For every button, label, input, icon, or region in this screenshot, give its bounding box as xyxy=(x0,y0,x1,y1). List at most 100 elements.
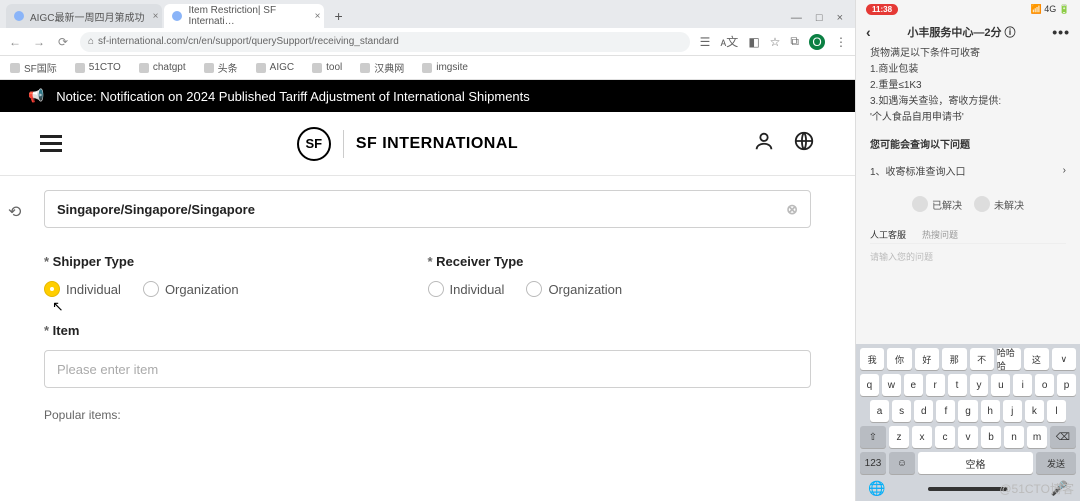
bookmark-item[interactable]: imgsite xyxy=(422,62,468,73)
key-c[interactable]: c xyxy=(935,426,955,448)
bookmark-item[interactable]: 51CTO xyxy=(75,62,121,73)
key-p[interactable]: p xyxy=(1057,374,1076,396)
translate-icon[interactable]: ᴀ文 xyxy=(720,33,738,50)
suggest-key[interactable]: 你 xyxy=(887,348,911,370)
close-tab-icon[interactable]: × xyxy=(153,11,159,22)
suggestion-row: 我 你 好 那 不 哈哈哈 这 ∨ xyxy=(860,348,1076,370)
bookmark-item[interactable]: 汉典网 xyxy=(360,60,404,75)
key-r[interactable]: r xyxy=(926,374,945,396)
address-bar[interactable]: ⌂ sf-international.com/cn/en/support/que… xyxy=(80,32,690,52)
shift-key[interactable]: ⇧ xyxy=(860,426,886,448)
home-indicator[interactable] xyxy=(928,487,1008,491)
close-window-button[interactable]: × xyxy=(837,12,843,24)
backspace-key[interactable]: ⌫ xyxy=(1050,426,1076,448)
suggest-key[interactable]: 这 xyxy=(1024,348,1048,370)
cursor-icon: ↖ xyxy=(52,298,64,315)
clear-icon[interactable]: ⊗ xyxy=(786,201,798,218)
key-u[interactable]: u xyxy=(991,374,1010,396)
resolved-button[interactable]: 已解决 xyxy=(912,196,962,212)
receiver-organization-radio[interactable]: Organization xyxy=(526,281,622,297)
chat-input[interactable]: 请输入您的问题 xyxy=(870,244,1066,267)
key-f[interactable]: f xyxy=(936,400,955,422)
phone-title: 小丰服务中心—2分 ⓘ xyxy=(907,24,1015,40)
key-x[interactable]: x xyxy=(912,426,932,448)
key-j[interactable]: j xyxy=(1003,400,1022,422)
unresolved-button[interactable]: 未解决 xyxy=(974,196,1024,212)
close-tab-icon[interactable]: × xyxy=(315,11,321,22)
key-g[interactable]: g xyxy=(958,400,977,422)
notice-banner[interactable]: 📢 Notice: Notification on 2024 Published… xyxy=(0,80,855,112)
item-input[interactable]: Please enter item xyxy=(44,350,811,388)
brand[interactable]: SF SF INTERNATIONAL xyxy=(297,127,518,161)
maximize-button[interactable]: □ xyxy=(816,12,823,24)
bookmark-item[interactable]: tool xyxy=(312,62,342,73)
suggest-key[interactable]: 那 xyxy=(942,348,966,370)
key-m[interactable]: m xyxy=(1027,426,1047,448)
account-icon[interactable] xyxy=(753,130,775,158)
extension-2-icon[interactable]: ⧉ xyxy=(790,34,799,49)
emoji-key[interactable]: ☺ xyxy=(889,452,915,474)
key-v[interactable]: v xyxy=(958,426,978,448)
key-h[interactable]: h xyxy=(981,400,1000,422)
shipper-organization-radio[interactable]: Organization xyxy=(143,281,239,297)
browser-menu-icon[interactable]: ⋮ xyxy=(835,35,847,49)
key-l[interactable]: l xyxy=(1047,400,1066,422)
minimize-button[interactable]: — xyxy=(791,12,802,24)
key-z[interactable]: z xyxy=(889,426,909,448)
key-k[interactable]: k xyxy=(1025,400,1044,422)
key-a[interactable]: a xyxy=(870,400,889,422)
tab-1[interactable]: AIGC最新一周四月第成功 × xyxy=(6,4,162,28)
bookmark-star-icon[interactable]: ☆ xyxy=(770,35,781,49)
key-q[interactable]: q xyxy=(860,374,879,396)
enter-key[interactable]: 发送 xyxy=(1036,452,1076,474)
suggest-key[interactable]: 好 xyxy=(915,348,939,370)
reload-button[interactable]: ⟳ xyxy=(56,35,70,49)
refresh-icon[interactable]: ⟲ xyxy=(8,202,21,222)
space-key[interactable]: 空格 xyxy=(918,452,1033,474)
suggest-key[interactable]: 哈哈哈 xyxy=(997,348,1021,370)
back-icon[interactable]: ‹ xyxy=(866,24,871,40)
key-b[interactable]: b xyxy=(981,426,1001,448)
more-icon[interactable]: ••• xyxy=(1052,24,1070,40)
tab-label: AIGC最新一周四月第成功 xyxy=(30,9,144,24)
tab-2[interactable]: Item Restriction| SF Internati…× xyxy=(164,4,324,28)
menu-button[interactable] xyxy=(40,135,62,152)
tab-human[interactable]: 人工客服 xyxy=(870,228,906,241)
bookmark-item[interactable]: SF国际 xyxy=(10,60,57,75)
key-y[interactable]: y xyxy=(970,374,989,396)
location-input[interactable]: Singapore/Singapore/Singapore ⊗ xyxy=(44,190,811,228)
feedback-actions: 已解决 未解决 xyxy=(870,196,1066,212)
expand-key[interactable]: ∨ xyxy=(1052,348,1076,370)
bookmark-item[interactable]: 头条 xyxy=(204,60,238,75)
status-signal: 📶 4G 🔋 xyxy=(1031,4,1070,15)
globe-key[interactable]: 🌐 xyxy=(868,480,885,497)
back-button[interactable]: ← xyxy=(8,35,22,49)
apps-icon[interactable]: ☰ xyxy=(700,35,711,49)
suggest-key[interactable]: 不 xyxy=(970,348,994,370)
key-s[interactable]: s xyxy=(892,400,911,422)
bookmark-item[interactable]: chatgpt xyxy=(139,62,186,73)
key-t[interactable]: t xyxy=(948,374,967,396)
key-e[interactable]: e xyxy=(904,374,923,396)
key-d[interactable]: d xyxy=(914,400,933,422)
tab-hot[interactable]: 热搜问题 xyxy=(922,228,958,241)
key-o[interactable]: o xyxy=(1035,374,1054,396)
bookmark-favicon-icon xyxy=(10,63,20,73)
site-info-icon[interactable]: ⌂ xyxy=(88,36,94,47)
extension-1-icon[interactable]: ◧ xyxy=(748,35,759,49)
phone-panel: 11:38 📶 4G 🔋 ‹ 小丰服务中心—2分 ⓘ ••• 货物满足以下条件可… xyxy=(856,0,1080,501)
forward-button[interactable]: → xyxy=(32,35,46,49)
bookmark-item[interactable]: AIGC xyxy=(256,62,294,73)
suggest-key[interactable]: 我 xyxy=(860,348,884,370)
shipper-individual-radio[interactable]: Individual xyxy=(44,281,121,297)
key-n[interactable]: n xyxy=(1004,426,1024,448)
notice-text: Notice: Notification on 2024 Published T… xyxy=(56,89,530,104)
key-i[interactable]: i xyxy=(1013,374,1032,396)
key-w[interactable]: w xyxy=(882,374,901,396)
language-globe-icon[interactable] xyxy=(793,130,815,158)
suggestion-item[interactable]: 1、收寄标准查询入口 › xyxy=(870,157,1066,184)
receiver-individual-radio[interactable]: Individual xyxy=(428,281,505,297)
new-tab-button[interactable]: + xyxy=(326,4,360,28)
numeric-key[interactable]: 123 xyxy=(860,452,886,474)
profile-avatar[interactable]: O xyxy=(809,34,825,50)
